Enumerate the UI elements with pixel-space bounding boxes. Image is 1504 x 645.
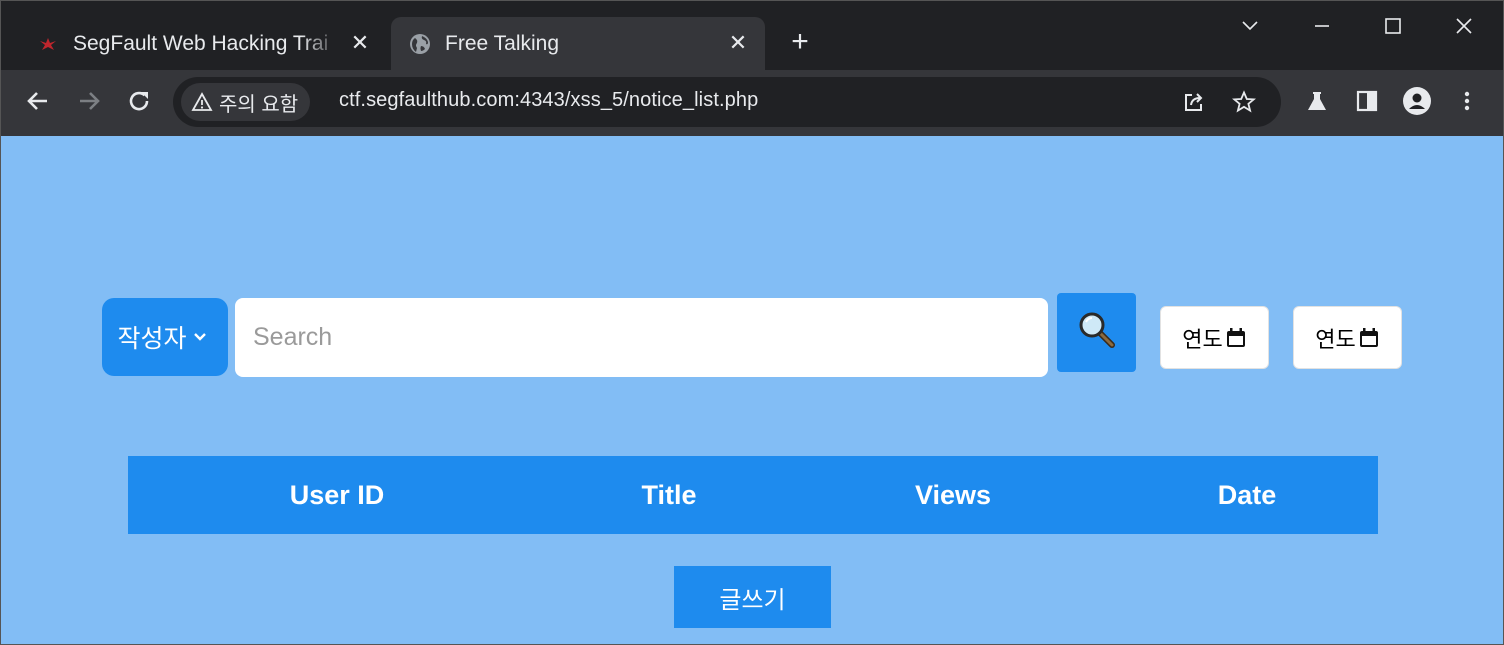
- tab-title: SegFault Web Hacking Trai: [73, 31, 329, 55]
- date-from-input[interactable]: 연도: [1160, 306, 1269, 369]
- browser-window: SegFault Web Hacking Trai ✕ Free Talking…: [0, 0, 1504, 645]
- security-chip-label: 주의 요함: [219, 93, 299, 116]
- warning-icon: [191, 92, 213, 112]
- bookmark-star-icon[interactable]: [1231, 89, 1257, 115]
- date-from-value: 연도: [1182, 326, 1223, 352]
- calendar-icon[interactable]: [1225, 327, 1247, 349]
- labs-flask-icon[interactable]: [1302, 86, 1332, 116]
- profile-avatar-icon[interactable]: [1402, 86, 1432, 116]
- globe-icon: [409, 33, 431, 55]
- address-bar[interactable]: 주의 요함 ctf.segfaulthub.com:4343/xss_5/not…: [173, 77, 1281, 127]
- tab-title: Free Talking: [445, 31, 560, 55]
- reload-icon[interactable]: [122, 84, 156, 118]
- share-icon[interactable]: [1181, 89, 1207, 115]
- write-post-button[interactable]: 글쓰기: [674, 566, 831, 628]
- tab-search-chevron-icon[interactable]: [1227, 9, 1273, 43]
- table-header-row: User ID Title Views Date: [128, 456, 1378, 534]
- date-to-input[interactable]: 연도: [1293, 306, 1402, 369]
- forward-arrow-icon[interactable]: [72, 84, 106, 118]
- segfault-logo-icon: [37, 33, 59, 55]
- magnifier-icon: [1077, 310, 1117, 355]
- browser-toolbar: 주의 요함 ctf.segfaulthub.com:4343/xss_5/not…: [1, 70, 1503, 136]
- column-header-title: Title: [641, 480, 697, 510]
- tab-free-talking[interactable]: Free Talking ✕: [391, 17, 765, 70]
- calendar-icon[interactable]: [1358, 327, 1380, 349]
- column-header-date: Date: [1217, 480, 1277, 510]
- url-text[interactable]: ctf.segfaulthub.com:4343/xss_5/notice_li…: [339, 89, 758, 112]
- search-field-select-value: 작성자: [117, 325, 187, 353]
- tab-close-icon[interactable]: ✕: [725, 30, 751, 56]
- tab-segfault[interactable]: SegFault Web Hacking Trai ✕: [19, 17, 387, 70]
- search-button[interactable]: [1057, 293, 1136, 372]
- security-chip[interactable]: 주의 요함: [181, 83, 311, 121]
- minimize-icon[interactable]: [1299, 9, 1345, 43]
- page-content: 작성자 연도: [1, 136, 1503, 644]
- maximize-icon[interactable]: [1370, 9, 1416, 43]
- date-to-value: 연도: [1315, 326, 1356, 352]
- chevron-down-icon: [193, 332, 207, 342]
- column-header-views: Views: [914, 480, 992, 510]
- search-input[interactable]: [235, 298, 1048, 377]
- side-panel-icon[interactable]: [1352, 86, 1382, 116]
- close-window-icon[interactable]: [1441, 9, 1487, 43]
- new-tab-button[interactable]: +: [785, 27, 815, 57]
- more-menu-icon[interactable]: [1452, 86, 1482, 116]
- tab-close-icon[interactable]: ✕: [347, 30, 373, 56]
- column-header-user-id: User ID: [289, 480, 385, 510]
- tab-strip: SegFault Web Hacking Trai ✕ Free Talking…: [1, 1, 1503, 70]
- back-arrow-icon[interactable]: [21, 84, 55, 118]
- search-field-select[interactable]: 작성자: [102, 298, 228, 376]
